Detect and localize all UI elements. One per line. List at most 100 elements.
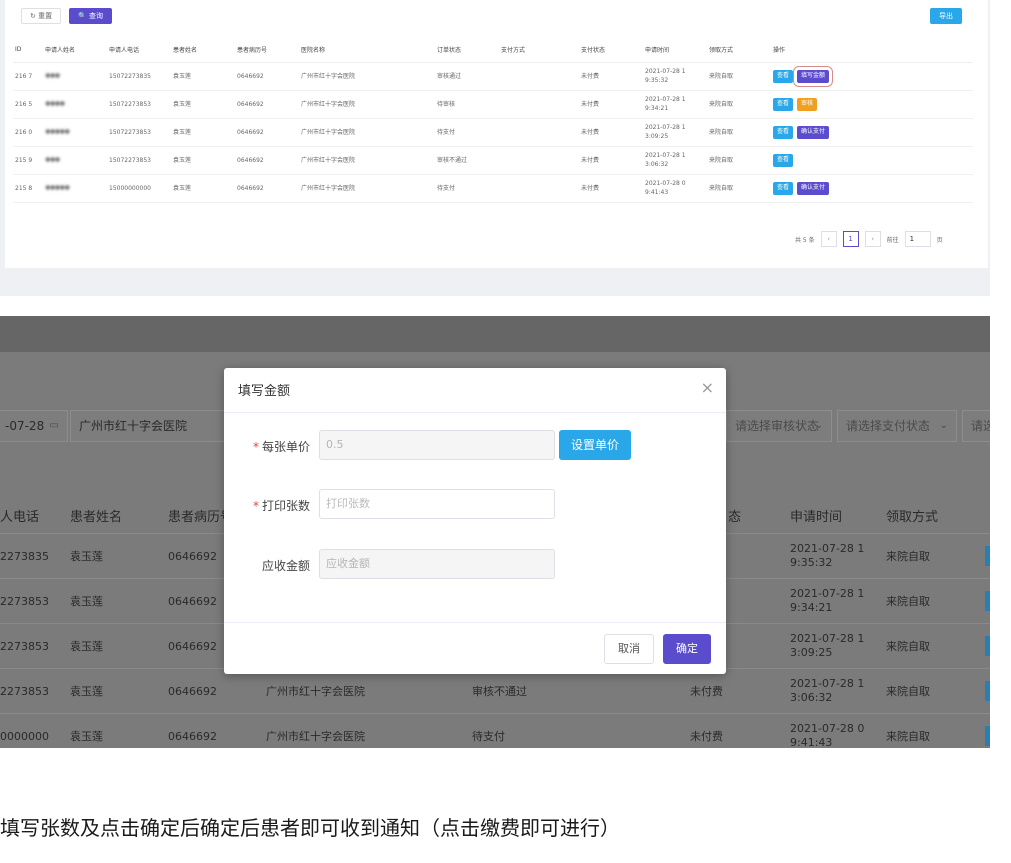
- cell-status: 待支付: [472, 730, 505, 743]
- close-icon[interactable]: ×: [701, 378, 714, 397]
- print-count-label: * 打印张数: [224, 497, 310, 514]
- cell-phone: 15072273853: [107, 118, 171, 147]
- cell-record: 0646692: [235, 174, 299, 203]
- confirm-payment-button[interactable]: 确认支付: [796, 181, 829, 195]
- col-id: ID: [13, 38, 43, 63]
- order-list-card: ↻ 重置 🔍 查询 导出 ID 申请人姓名 申请人电话 患者姓名 患者病历号 医…: [5, 0, 988, 268]
- view-button[interactable]: 查看: [773, 69, 794, 83]
- cell-phone: 2273853: [0, 594, 49, 608]
- applicant-name-redacted: ※※※: [45, 72, 60, 80]
- cell-hospital: 广州市红十字会医院: [299, 62, 435, 91]
- audit-status-select[interactable]: 请选择审核状态 ⌄: [726, 410, 832, 442]
- cell-pickup: 来院自取: [886, 730, 930, 743]
- required-mark: *: [252, 440, 259, 454]
- pay-status-select[interactable]: 请选择支付状态 ⌄: [837, 410, 957, 442]
- cell-patient: 袁玉莲: [70, 640, 103, 653]
- receivable-amount-input[interactable]: 应收金额: [319, 549, 555, 579]
- extra-select[interactable]: 请选: [962, 410, 990, 442]
- reset-button[interactable]: ↻ 重置: [21, 8, 62, 24]
- cell-time-clock: 9:41:43: [790, 736, 833, 748]
- action-button-edge[interactable]: [985, 636, 990, 656]
- cell-time: 2021-07-28 1 3:06:32: [643, 146, 707, 175]
- col-pay-status: 支付状态: [579, 38, 643, 63]
- cell-pickup: 来院自取: [707, 174, 771, 203]
- cancel-button[interactable]: 取消: [604, 634, 654, 664]
- view-button[interactable]: 查看: [773, 181, 794, 195]
- cell-time-clock: 9:34:21: [790, 601, 833, 614]
- table-row: 215 9 ※※※ 15072273853 袁玉莲 0646692 广州市红十字…: [13, 146, 973, 175]
- cell-record: 0646692: [235, 90, 299, 119]
- col-hospital: 医院名称: [299, 38, 435, 63]
- cell-pay-method: [499, 118, 579, 147]
- action-button-edge[interactable]: [985, 546, 990, 566]
- cell-hospital: 广州市红十字会医院: [299, 118, 435, 147]
- action-button-edge[interactable]: [985, 681, 990, 701]
- hospital-filter-value: 广州市红十字会医院: [79, 419, 188, 433]
- cell-pay-method: [499, 146, 579, 175]
- confirm-button[interactable]: 确定: [663, 634, 711, 664]
- cell-pickup: 来院自取: [886, 550, 930, 563]
- date-filter[interactable]: -07-28 ▭: [0, 410, 68, 442]
- cell-patient: 袁玉莲: [70, 550, 103, 563]
- prev-page-button[interactable]: ‹: [820, 231, 837, 247]
- cell-pay-status: 未付费: [579, 174, 643, 203]
- cell-patient: 袁玉莲: [171, 174, 235, 203]
- cell-phone: 15072273853: [107, 90, 171, 119]
- view-button[interactable]: 查看: [773, 125, 794, 139]
- table-header-row: ID 申请人姓名 申请人电话 患者姓名 患者病历号 医院名称 订单状态 支付方式…: [13, 38, 973, 63]
- print-count-label-text: 打印张数: [261, 499, 310, 513]
- export-button[interactable]: 导出: [930, 8, 962, 24]
- pay-status-placeholder: 请选择支付状态: [846, 419, 931, 433]
- cell-pay-method: [499, 174, 579, 203]
- cell-record: 0646692: [168, 549, 217, 563]
- fill-amount-button[interactable]: 填写金额: [792, 65, 833, 87]
- unit-price-input[interactable]: 0.5: [319, 430, 555, 460]
- date-filter-value: -07-28: [5, 419, 45, 433]
- cell-phone: 2273835: [0, 549, 49, 563]
- cell-patient: 袁玉莲: [70, 685, 103, 698]
- print-count-input[interactable]: 打印张数: [319, 489, 555, 519]
- view-button[interactable]: 查看: [773, 97, 794, 111]
- cell-id: 216 5: [13, 90, 43, 119]
- hospital-filter[interactable]: 广州市红十字会医院: [70, 410, 230, 442]
- cell-pickup: 来院自取: [707, 146, 771, 175]
- goto-page-input[interactable]: 1: [904, 231, 931, 247]
- action-button-edge[interactable]: [985, 726, 990, 746]
- cell-phone: 0000000: [0, 729, 49, 743]
- cell-record: 0646692: [235, 118, 299, 147]
- cell-status: 待支付: [435, 118, 499, 147]
- cell-time-clock: 3:09:25: [790, 646, 833, 659]
- cell-phone: 2273853: [0, 684, 49, 698]
- cell-status: 审核不通过: [472, 685, 527, 698]
- action-button-edge[interactable]: [985, 591, 990, 611]
- extra-select-placeholder: 请选: [971, 419, 990, 433]
- cell-hospital: 广州市红十字会医院: [299, 90, 435, 119]
- search-button[interactable]: 🔍 查询: [69, 8, 112, 24]
- next-page-button[interactable]: ›: [864, 231, 881, 247]
- cell-hospital: 广州市红十字会医院: [299, 174, 435, 203]
- cell-status: 待审核: [435, 90, 499, 119]
- pagination: 共 5 条 ‹ 1 › 前往 1 页: [795, 230, 943, 248]
- cell-record: 0646692: [235, 62, 299, 91]
- cell-time: 2021-07-28 1 9:35:32: [790, 534, 864, 578]
- table-row: 215 8 ※※※※※ 15000000000 袁玉莲 0646692 广州市红…: [13, 174, 973, 203]
- cell-record: 0646692: [235, 146, 299, 175]
- col-phone: 人电话: [0, 510, 40, 525]
- cell-pickup: 来院自取: [886, 595, 930, 608]
- set-unit-price-button[interactable]: 设置单价: [559, 430, 631, 460]
- view-button[interactable]: 查看: [773, 153, 794, 167]
- cell-record: 0646692: [168, 639, 217, 653]
- cell-patient: 袁玉莲: [171, 118, 235, 147]
- cell-time-date: 2021-07-28 1: [790, 632, 865, 645]
- dimmed-header: [0, 316, 990, 352]
- cell-hospital: 广州市红十字会医院: [266, 730, 365, 743]
- dialog-divider: [224, 412, 726, 413]
- col-pickup: 领取方式: [886, 510, 939, 525]
- confirm-payment-button[interactable]: 确认支付: [796, 125, 829, 139]
- calendar-icon: ▭: [49, 420, 59, 431]
- cell-pay-method: [499, 90, 579, 119]
- col-record-no: 患者病历号: [235, 38, 299, 63]
- cell-time-date: 2021-07-28 1: [790, 542, 865, 555]
- audit-button[interactable]: 审核: [796, 97, 817, 111]
- page-number-1[interactable]: 1: [842, 231, 859, 247]
